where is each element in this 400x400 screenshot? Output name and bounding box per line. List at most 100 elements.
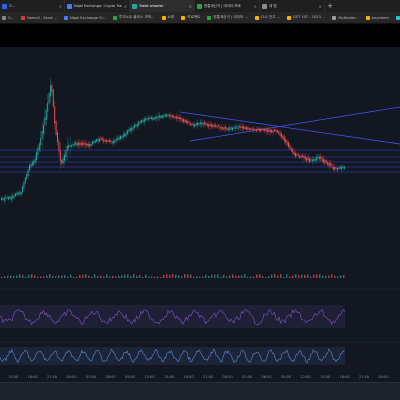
volume-bar [100,275,102,278]
candle-body [253,128,254,130]
candle-body [41,130,43,139]
volume-bar [148,276,150,278]
volume-bar [178,275,180,278]
volume-bar [199,276,201,278]
bookmark-item[interactable]: O... [2,15,14,20]
candle-body [106,140,107,143]
close-tab-icon[interactable]: × [254,4,257,9]
volume-bar [109,276,111,278]
candle-body [118,136,120,141]
candle-body [190,123,191,126]
volume-bar [217,274,219,278]
time-axis-label: 18:00 [183,375,194,379]
candle-body [240,126,242,129]
browser-tab[interactable]: 새 탭 × [260,0,325,12]
bookmark-item[interactable]: 큐레이터 | Pro... [395,15,400,20]
candle-body [341,166,343,170]
candle-body [73,143,75,146]
candle-body [241,126,243,129]
volume-bar [145,274,147,278]
volume-bar [163,274,165,278]
bookmark-item[interactable]: CLS 잔고 ... [254,15,280,20]
bookmark-item[interactable]: Nigel Exchange Cr... [63,15,107,20]
candle-body [216,126,218,128]
candle-body [96,139,98,142]
candle-body [187,121,189,123]
candle-body [115,138,117,141]
bookmark-label: 한통계산기 | 데이터 ... [213,15,248,19]
candle-body [181,118,183,122]
candle-body [80,142,82,145]
favicon-icon [132,3,137,9]
volume-bar [88,275,90,278]
bookmark-label: MyHolder... [338,15,359,20]
browser-tab[interactable]: 한통계산기 | 데이터 모바 × [195,0,260,12]
candle-body [44,117,46,126]
bookmark-item[interactable]: GST 시드 - 2023 ... [287,15,325,20]
candle-body [45,110,47,120]
candle-body [107,140,109,142]
candle-body [97,139,99,142]
candle-body [156,116,158,119]
close-tab-icon[interactable]: × [319,4,322,9]
candle-body [234,127,236,129]
time-axis[interactable]: 15:00 18:00 21:00 00:00 03:00 06:00 09:00 12:00… [0,374,400,382]
bookmark-item[interactable]: 투자노트 플러스 과학... [113,15,155,20]
bookmark-item[interactable]: MyHolder... [332,15,359,20]
volume-bar [340,275,342,278]
volume-bar [106,274,108,278]
volume-bar [187,274,189,278]
candle-body [332,166,334,171]
candle-body [122,134,124,138]
time-axis-label: 21:00 [47,375,58,379]
time-axis-label: 00:00 [222,375,233,379]
browser-tab[interactable]: Trade smarter × [130,0,195,12]
candle-body [3,198,5,201]
volume-bar [4,276,6,278]
bookmark-item[interactable]: Nemoll - Send ... [21,15,57,20]
candle-body [58,141,60,152]
bookmark-label: Nigel Exchange Cr... [69,15,107,20]
candle-body [257,128,259,130]
candle-body [250,128,252,130]
volume-bar [304,274,306,278]
candle-body [188,121,190,124]
volume-bar [130,276,132,278]
candle-body [90,143,92,147]
volume-bar [193,276,195,278]
bookmark-item[interactable]: Anyalarm [365,15,389,20]
new-tab-button[interactable]: + [325,0,335,12]
candle-body [320,156,322,159]
browser-tab[interactable]: O... × [0,0,65,12]
bookmark-item[interactable]: 프로젝트 [181,15,200,20]
candle-body [76,142,78,146]
candle-body [317,156,319,159]
candle-body [153,117,155,120]
close-tab-icon[interactable]: × [124,4,127,9]
candle-body [246,126,247,130]
candle-body [185,120,187,124]
volume-bar [55,276,57,278]
tab-label: 한통계산기 | 데이터 모바 [204,3,241,8]
browser-tab[interactable]: Nigel Exchange: Crypto Trad × [65,0,130,12]
close-tab-icon[interactable]: × [59,4,62,9]
candle-body [124,133,126,137]
candle-body [174,116,176,119]
price-chart-pane[interactable] [0,47,400,400]
candle-body [164,114,166,117]
volume-bar [28,274,30,278]
close-tab-icon[interactable]: × [189,4,192,9]
candle-body [75,142,77,145]
volume-bar [1,276,3,278]
candle-body [306,157,308,161]
candle-body [227,128,229,131]
bookmark-item[interactable]: 한통계산기 | 데이터 ... [207,15,248,20]
bookmark-item[interactable]: 쇼핑 [161,15,175,20]
volume-bar [19,274,21,278]
price-chart-canvas[interactable] [0,47,400,400]
candle-body [12,196,14,199]
volume-bar [238,275,240,278]
candle-body [92,141,93,145]
candle-body [87,143,89,147]
bookmark-label: 쇼핑 [167,15,175,19]
